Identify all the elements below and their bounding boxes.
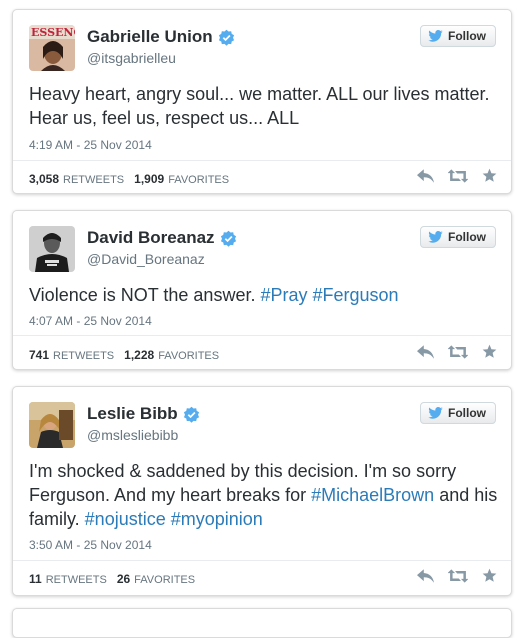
user-name[interactable]: David Boreanaz	[87, 228, 237, 248]
tweet-stats: 741 RETWEETS 1,228 FAVORITES	[29, 348, 229, 362]
tweet-text-content: Violence is NOT the answer.	[29, 285, 261, 305]
verified-badge-icon	[220, 230, 236, 247]
tweet-stats: 11 RETWEETS 26 FAVORITES	[29, 572, 205, 586]
tweet-text: I'm shocked & saddened by this decision.…	[29, 459, 499, 531]
retweets-label: RETWEETS	[63, 174, 125, 186]
follow-label: Follow	[448, 29, 486, 43]
favorites-label: FAVORITES	[168, 174, 230, 186]
follow-label: Follow	[448, 406, 486, 420]
follow-label: Follow	[448, 230, 486, 244]
retweets-label: RETWEETS	[53, 350, 115, 362]
twitter-bird-icon	[428, 407, 443, 419]
tweet-card: Leslie Bibb @mslesliebibb Follow I'm sho…	[12, 386, 512, 596]
avatar[interactable]	[29, 226, 75, 272]
follow-button[interactable]: Follow	[420, 25, 496, 47]
user-name[interactable]: Gabrielle Union	[87, 27, 235, 47]
svg-text:ESSENCE: ESSENCE	[31, 26, 75, 39]
reply-icon[interactable]	[417, 344, 434, 359]
user-name-text[interactable]: Leslie Bibb	[87, 404, 178, 424]
verified-badge-icon	[183, 406, 199, 423]
follow-button[interactable]: Follow	[420, 226, 496, 248]
tweet-text: Heavy heart, angry soul... we matter. AL…	[29, 82, 499, 130]
tweet-stats: 3,058 RETWEETS 1,909 FAVORITES	[29, 172, 239, 186]
favorite-count[interactable]: 26	[117, 572, 130, 586]
hashtag-link[interactable]: #MichaelBrown	[311, 485, 434, 505]
retweet-count[interactable]: 741	[29, 348, 49, 362]
hashtag-link[interactable]: #nojustice	[85, 509, 166, 529]
favorite-star-icon[interactable]	[482, 344, 497, 359]
tweet-timestamp[interactable]: 4:07 AM - 25 Nov 2014	[29, 314, 152, 328]
user-name-text[interactable]: Gabrielle Union	[87, 27, 213, 47]
favorites-label: FAVORITES	[158, 350, 220, 362]
favorite-count[interactable]: 1,228	[124, 348, 154, 362]
divider	[13, 335, 511, 336]
hashtag-link[interactable]: #Ferguson	[313, 285, 399, 305]
avatar[interactable]: ESSENCE	[29, 25, 75, 71]
twitter-bird-icon	[428, 30, 443, 42]
favorite-count[interactable]: 1,909	[134, 172, 164, 186]
tweet-actions	[403, 344, 497, 359]
hashtag-link[interactable]: #Pray	[260, 285, 307, 305]
reply-icon[interactable]	[417, 168, 434, 183]
verified-badge-icon	[218, 29, 234, 46]
tweet-text: Violence is NOT the answer. #Pray #Fergu…	[29, 283, 499, 307]
favorites-label: FAVORITES	[134, 574, 196, 586]
tweet-card: David Boreanaz @David_Boreanaz Follow Vi…	[12, 210, 512, 370]
user-handle[interactable]: @David_Boreanaz	[87, 251, 205, 267]
favorite-star-icon[interactable]	[482, 568, 497, 583]
avatar[interactable]	[29, 402, 75, 448]
tweet-actions	[403, 168, 497, 183]
hashtag-link[interactable]: #myopinion	[171, 509, 263, 529]
retweet-icon[interactable]	[448, 568, 468, 583]
user-handle[interactable]: @itsgabrielleu	[87, 50, 176, 66]
retweet-icon[interactable]	[448, 168, 468, 183]
tweet-actions	[403, 568, 497, 583]
twitter-bird-icon	[428, 231, 443, 243]
reply-icon[interactable]	[417, 568, 434, 583]
tweet-text-content: Heavy heart, angry soul... we matter. AL…	[29, 84, 490, 128]
favorite-star-icon[interactable]	[482, 168, 497, 183]
user-handle[interactable]: @mslesliebibb	[87, 427, 178, 443]
tweet-timestamp[interactable]: 3:50 AM - 25 Nov 2014	[29, 538, 152, 552]
retweet-icon[interactable]	[448, 344, 468, 359]
user-name-text[interactable]: David Boreanaz	[87, 228, 215, 248]
tweet-card: ESSENCE Gabrielle Union @itsgabrielleu F…	[12, 9, 512, 194]
divider	[13, 560, 511, 561]
retweet-count[interactable]: 11	[29, 572, 42, 586]
retweet-count[interactable]: 3,058	[29, 172, 59, 186]
retweets-label: RETWEETS	[45, 574, 107, 586]
user-name[interactable]: Leslie Bibb	[87, 404, 200, 424]
tweet-timestamp[interactable]: 4:19 AM - 25 Nov 2014	[29, 138, 152, 152]
divider	[13, 160, 511, 161]
follow-button[interactable]: Follow	[420, 402, 496, 424]
